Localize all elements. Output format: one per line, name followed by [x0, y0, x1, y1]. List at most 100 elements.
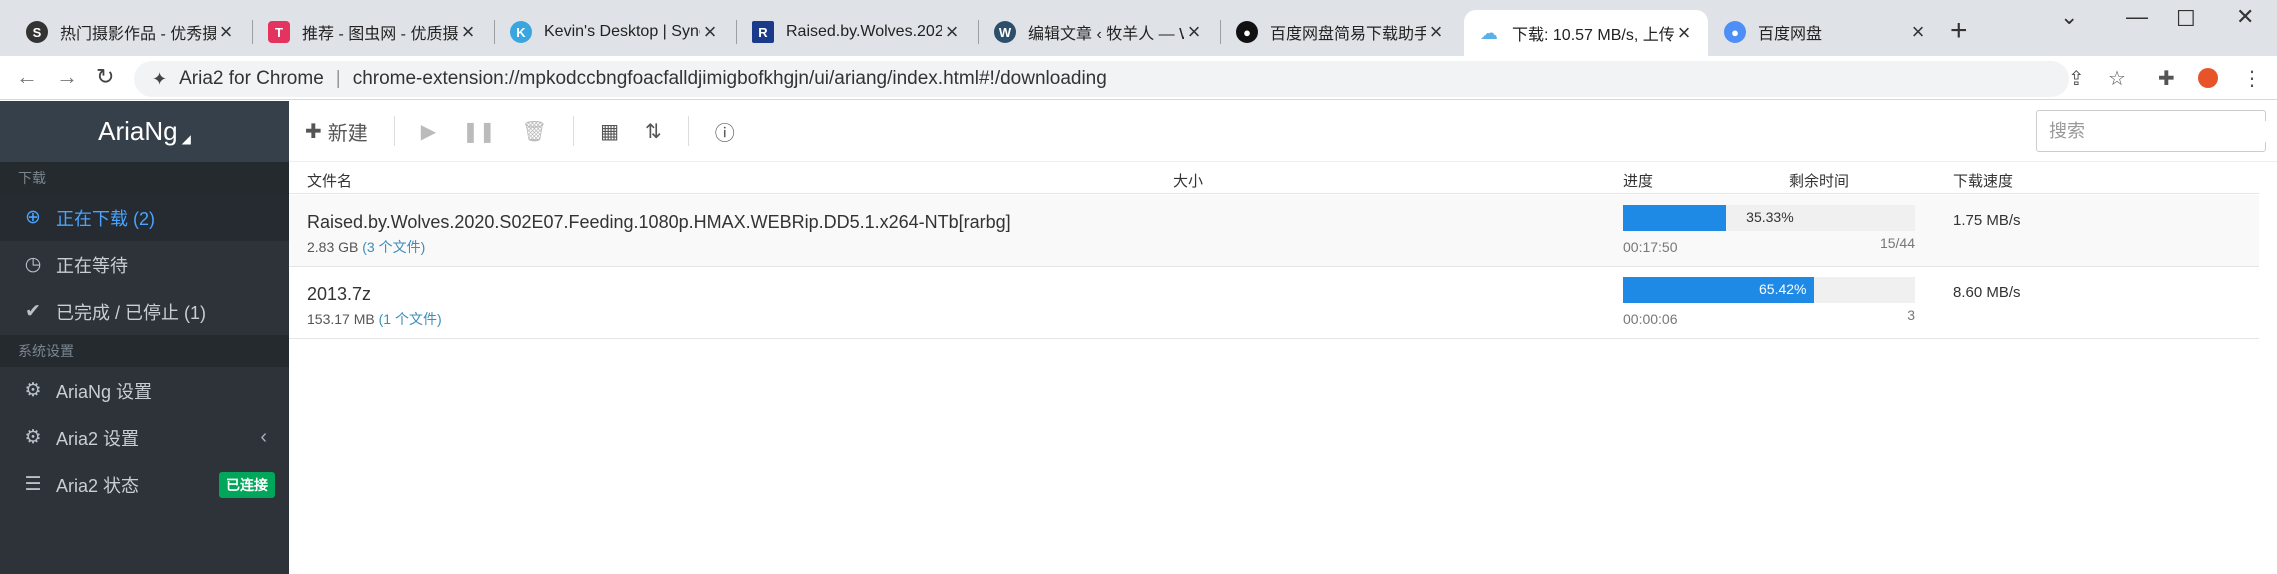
progress-bar: 65.42%	[1623, 277, 1915, 303]
column-header-size[interactable]: 大小	[1173, 170, 1203, 191]
browser-tab-3[interactable]: K Kevin's Desktop | Sync ×	[496, 10, 734, 54]
trash-icon: 🗑	[521, 120, 548, 143]
download-speed: 1.75 MB/s	[1953, 212, 2021, 229]
connections: 3	[1907, 307, 1915, 323]
close-tab-icon[interactable]: ×	[1674, 20, 1694, 46]
back-button[interactable]: ←	[16, 64, 38, 90]
browser-tab-5[interactable]: W 编辑文章 ‹ 牧羊人 — W ×	[980, 10, 1218, 54]
column-header-remaining[interactable]: 剩余时间	[1789, 170, 1849, 191]
connections: 15/44	[1879, 235, 1915, 251]
close-tab-icon[interactable]: ×	[458, 19, 478, 45]
grid-icon: ▦	[600, 120, 619, 143]
gear-icon: ⚙	[24, 380, 42, 401]
sidebar-item-stopped[interactable]: ✔ 已完成 / 已停止 (1)	[0, 288, 289, 335]
browser-tab-6[interactable]: ● 百度网盘简易下载助手 ×	[1222, 10, 1460, 54]
pause-button[interactable]: ❚❚	[462, 119, 496, 144]
browser-tab-1[interactable]: S 热门摄影作品 - 优秀摄影 ×	[12, 10, 250, 54]
tab-favicon-icon: T	[268, 21, 290, 43]
main-panel: ✚ 新建 ▶ ❚❚ 🗑 ▦ ⇅ ⓘ ⌕ 文件名 大小 进度 剩余时间 下载速度 …	[289, 101, 2277, 574]
table-row[interactable]: 2013.7z 153.17 MB (1 个文件) 65.42% 00:00:0…	[289, 267, 2259, 339]
sidebar-item-aria2-settings[interactable]: ⚙ Aria2 设置 ‹	[0, 414, 289, 461]
browser-tab-strip: S 热门摄影作品 - 优秀摄影 × T 推荐 - 图虫网 - 优质摄影 × K …	[0, 0, 2277, 56]
wordpress-icon: W	[994, 21, 1016, 43]
task-files-link[interactable]: (3 个文件)	[362, 239, 425, 255]
new-task-button[interactable]: ✚ 新建	[305, 117, 368, 146]
task-files-link[interactable]: (1 个文件)	[379, 311, 442, 327]
close-tab-icon[interactable]: ×	[942, 19, 962, 45]
sort-button[interactable]: ⇅	[645, 119, 662, 144]
tab-title: 热门摄影作品 - 优秀摄影	[60, 26, 216, 43]
menu-dots-icon[interactable]: ⋮	[2242, 66, 2262, 91]
sidebar-item-aria2-status[interactable]: ☰ Aria2 状态 已连接	[0, 461, 289, 508]
column-header-name[interactable]: 文件名	[307, 170, 352, 191]
sidebar-item-label: 正在等待	[56, 255, 128, 276]
section-header-download: 下载	[0, 162, 289, 194]
table-header: 文件名 大小 进度 剩余时间 下载速度	[289, 162, 2259, 194]
close-tab-icon[interactable]: ×	[1426, 19, 1446, 45]
extensions-icon[interactable]: ✚	[2158, 66, 2175, 91]
tab-title: 下载: 10.57 MB/s, 上传	[1512, 27, 1674, 44]
close-window-button[interactable]: ✕	[2236, 4, 2254, 30]
new-tab-button[interactable]: +	[1950, 14, 1968, 48]
close-tab-icon[interactable]: ×	[1184, 19, 1204, 45]
sidebar-item-label: 已完成 / 已停止 (1)	[56, 302, 207, 323]
tab-favicon-icon: ●	[1236, 21, 1258, 43]
tab-title: 百度网盘简易下载助手	[1270, 26, 1426, 43]
delete-button[interactable]: 🗑	[522, 119, 547, 144]
download-circle-icon: ⊕	[25, 207, 41, 228]
tab-search-chevron-icon[interactable]: ⌄	[2060, 4, 2078, 30]
chevron-left-icon: ‹	[260, 426, 267, 448]
search-input[interactable]	[2049, 120, 2277, 142]
sort-alpha-icon: ⇅	[644, 120, 662, 143]
ariang-logo[interactable]: AriaNg ◢	[0, 101, 289, 162]
task-size: 153.17 MB (1 个文件)	[307, 309, 442, 329]
sidebar: AriaNg ◢ 下载 ⊕ 正在下载 (2) ◷ 正在等待 ✔ 已完成 / 已停…	[0, 101, 289, 574]
tab-title: 推荐 - 图虫网 - 优质摄影	[302, 26, 458, 43]
sidebar-item-ariang-settings[interactable]: ⚙ AriaNg 设置	[0, 367, 289, 414]
sidebar-item-label: AriaNg 设置	[56, 381, 153, 402]
browser-tab-4[interactable]: R Raised.by.Wolves.2020 ×	[738, 10, 976, 54]
address-bar[interactable]: ✦ Aria2 for Chrome | chrome-extension://…	[134, 61, 2069, 97]
plus-icon: ✚	[305, 120, 322, 143]
logo-caret-icon: ◢	[181, 131, 191, 146]
address-separator: |	[335, 68, 341, 89]
profile-avatar[interactable]	[2198, 68, 2218, 88]
tab-favicon-icon: R	[752, 21, 774, 43]
browser-tab-8[interactable]: ● 百度网盘 ×	[1710, 10, 1942, 54]
task-name[interactable]: 2013.7z	[307, 284, 371, 305]
share-icon[interactable]: ⇪	[2068, 66, 2085, 91]
task-size-value: 2.83 GB	[307, 239, 359, 255]
forward-button[interactable]: →	[56, 64, 78, 90]
select-all-button[interactable]: ▦	[600, 119, 619, 144]
table-row[interactable]: Raised.by.Wolves.2020.S02E07.Feeding.108…	[289, 195, 2259, 267]
bookmark-star-icon[interactable]: ☆	[2108, 66, 2126, 91]
reload-button[interactable]: ↻	[96, 64, 114, 90]
new-task-label: 新建	[327, 122, 368, 145]
help-circle-icon: ⓘ	[714, 122, 735, 145]
help-button[interactable]: ⓘ	[715, 117, 735, 146]
tab-favicon-icon: S	[26, 21, 48, 43]
baidu-pan-icon: ●	[1724, 21, 1746, 43]
start-button[interactable]: ▶	[421, 119, 436, 144]
task-size-value: 153.17 MB	[307, 311, 375, 327]
minimize-window-button[interactable]: —	[2126, 4, 2148, 30]
sidebar-item-waiting[interactable]: ◷ 正在等待	[0, 241, 289, 288]
close-tab-icon[interactable]: ×	[216, 19, 236, 45]
cloud-download-icon: ☁	[1478, 22, 1500, 44]
tab-favicon-icon: K	[510, 21, 532, 43]
close-tab-icon[interactable]: ×	[1908, 19, 1928, 45]
gears-icon: ⚙	[24, 427, 42, 448]
maximize-window-button[interactable]: ☐	[2176, 6, 2196, 32]
browser-tab-active[interactable]: ☁ 下载: 10.57 MB/s, 上传 ×	[1464, 10, 1708, 56]
sidebar-item-label: Aria2 设置	[56, 428, 140, 449]
column-header-speed[interactable]: 下载速度	[1953, 170, 2013, 191]
tab-title: Raised.by.Wolves.2020	[786, 23, 942, 40]
task-name[interactable]: Raised.by.Wolves.2020.S02E07.Feeding.108…	[307, 212, 1011, 233]
browser-tab-2[interactable]: T 推荐 - 图虫网 - 优质摄影 ×	[254, 10, 492, 54]
sidebar-item-downloading[interactable]: ⊕ 正在下载 (2)	[0, 194, 289, 241]
close-tab-icon[interactable]: ×	[700, 19, 720, 45]
check-circle-icon: ✔	[25, 301, 41, 322]
column-header-progress[interactable]: 进度	[1623, 170, 1653, 191]
sidebar-item-label: 正在下载 (2)	[56, 208, 155, 229]
url-text: chrome-extension://mpkodccbngfoacfalldji…	[352, 68, 1107, 89]
